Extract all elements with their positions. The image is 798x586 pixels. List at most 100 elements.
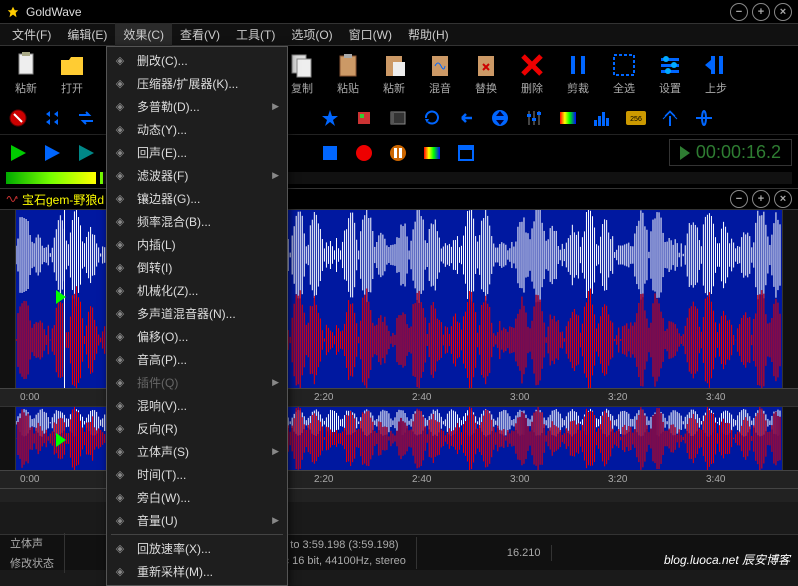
multichannel-icon: ◈ bbox=[111, 306, 129, 322]
close-button[interactable]: × bbox=[774, 3, 792, 21]
arrows-icon[interactable] bbox=[40, 106, 64, 130]
invert-icon: ◈ bbox=[111, 260, 129, 276]
effect-label: 倒转(I) bbox=[137, 259, 172, 276]
effect-dropdown: ◈删改(C)...◈压缩器/扩展器(K)...◈多普勒(D)...▶◈动态(Y)… bbox=[106, 46, 288, 586]
effect-resample[interactable]: ◈重新采样(M)... bbox=[107, 560, 287, 583]
back-icon[interactable] bbox=[454, 106, 478, 130]
paste-icon bbox=[334, 52, 362, 78]
play-sel-button[interactable] bbox=[40, 141, 64, 165]
effect-offset[interactable]: ◈偏移(O)... bbox=[107, 325, 287, 348]
toolbar-undo[interactable]: 上步 bbox=[696, 50, 736, 98]
toolbar-delete[interactable]: 删除 bbox=[512, 50, 552, 98]
effect-dynamics[interactable]: ◈动态(Y)... bbox=[107, 118, 287, 141]
menu-window[interactable]: 窗口(W) bbox=[341, 23, 400, 46]
menu-effect[interactable]: 效果(C) bbox=[115, 23, 172, 46]
effect-volume[interactable]: ◈音量(U)▶ bbox=[107, 509, 287, 532]
plugin-icon: ◈ bbox=[111, 375, 129, 391]
effect-pitch[interactable]: ◈音高(P)... bbox=[107, 348, 287, 371]
play-button[interactable] bbox=[6, 141, 30, 165]
effect-voiceover[interactable]: ◈旁白(W)... bbox=[107, 486, 287, 509]
doc-close-button[interactable]: × bbox=[774, 190, 792, 208]
menu-tool[interactable]: 工具(T) bbox=[228, 23, 283, 46]
effect-time[interactable]: ◈时间(T)... bbox=[107, 463, 287, 486]
doc-minimize-button[interactable]: − bbox=[730, 190, 748, 208]
effect-playback-rate[interactable]: ◈回放速率(X)... bbox=[107, 537, 287, 560]
effect-label: 重新采样(M)... bbox=[137, 563, 213, 580]
effect-label: 时间(T)... bbox=[137, 466, 186, 483]
effect-filter[interactable]: ◈滤波器(F)▶ bbox=[107, 164, 287, 187]
watermark: blog.luoca.net 辰安博客 bbox=[664, 551, 790, 568]
menu-help[interactable]: 帮助(H) bbox=[400, 23, 457, 46]
toolbar-label: 上步 bbox=[705, 80, 727, 96]
effect-reverse[interactable]: ◈反向(R) bbox=[107, 417, 287, 440]
record-button[interactable] bbox=[352, 141, 376, 165]
effect-label: 镶边器(G)... bbox=[137, 190, 200, 207]
effect-label: 反向(R) bbox=[137, 420, 178, 437]
toolbar-copy[interactable]: 复制 bbox=[282, 50, 322, 98]
toolbar-paste-new[interactable]: 粘新 bbox=[6, 50, 46, 98]
minimize-button[interactable]: − bbox=[730, 3, 748, 21]
ruler-tick: 3:20 bbox=[608, 392, 627, 403]
effect-echo[interactable]: ◈回声(E)... bbox=[107, 141, 287, 164]
trim-icon bbox=[564, 52, 592, 78]
sliders-icon[interactable] bbox=[522, 106, 546, 130]
toolbar-paste-new2[interactable]: 粘新 bbox=[374, 50, 414, 98]
toolbar-open[interactable]: 打开 bbox=[52, 50, 92, 98]
swap-icon[interactable] bbox=[74, 106, 98, 130]
menu-view[interactable]: 查看(V) bbox=[172, 23, 228, 46]
toolbar-select-all[interactable]: 全选 bbox=[604, 50, 644, 98]
menu-edit[interactable]: 编辑(E) bbox=[59, 23, 115, 46]
effect-censor[interactable]: ◈删改(C)... bbox=[107, 49, 287, 72]
window-icon[interactable] bbox=[454, 141, 478, 165]
replace-icon bbox=[472, 52, 500, 78]
menu-file[interactable]: 文件(F) bbox=[4, 23, 59, 46]
effect-compressor[interactable]: ◈压缩器/扩展器(K)... bbox=[107, 72, 287, 95]
updown-icon[interactable] bbox=[488, 106, 512, 130]
toolbar-paste[interactable]: 粘贴 bbox=[328, 50, 368, 98]
overview-scrollbar[interactable] bbox=[782, 407, 798, 470]
effect-freq-blend[interactable]: ◈频率混合(B)... bbox=[107, 210, 287, 233]
bars-icon[interactable] bbox=[590, 106, 614, 130]
effect-interpolate[interactable]: ◈内插(L) bbox=[107, 233, 287, 256]
spectrum2-icon[interactable] bbox=[420, 141, 444, 165]
doppler-icon: ◈ bbox=[111, 99, 129, 115]
rec-stop-icon[interactable] bbox=[318, 141, 342, 165]
menu-bar: 文件(F) 编辑(E) 效果(C) 查看(V) 工具(T) 选项(O) 窗口(W… bbox=[0, 24, 798, 46]
submenu-arrow-icon: ▶ bbox=[272, 515, 279, 526]
antenna-icon[interactable] bbox=[658, 106, 682, 130]
effect-multichannel[interactable]: ◈多声道混音器(N)... bbox=[107, 302, 287, 325]
rec-pause-icon[interactable] bbox=[386, 141, 410, 165]
film-icon[interactable] bbox=[386, 106, 410, 130]
effect-label: 回放速率(X)... bbox=[137, 540, 211, 557]
effect-flanger[interactable]: ◈镶边器(G)... bbox=[107, 187, 287, 210]
freq-blend-icon: ◈ bbox=[111, 214, 129, 230]
effect-label: 机械化(Z)... bbox=[137, 282, 198, 299]
doc-maximize-button[interactable]: + bbox=[752, 190, 770, 208]
spectrum-icon[interactable] bbox=[556, 106, 580, 130]
effect-invert[interactable]: ◈ 倒转(I) bbox=[107, 256, 287, 279]
cube-icon[interactable] bbox=[352, 106, 376, 130]
stop-icon[interactable] bbox=[6, 106, 30, 130]
badge-icon[interactable]: 256 bbox=[624, 106, 648, 130]
toolbar-label: 打开 bbox=[61, 80, 83, 96]
effect-doppler[interactable]: ◈多普勒(D)...▶ bbox=[107, 95, 287, 118]
wave-scrollbar[interactable] bbox=[782, 210, 798, 388]
effect-label: 音量(U) bbox=[137, 512, 178, 529]
pipe-icon[interactable] bbox=[692, 106, 716, 130]
toolbar-mix[interactable]: 混音 bbox=[420, 50, 460, 98]
effect-label: 删改(C)... bbox=[137, 52, 188, 69]
effect-mechanize[interactable]: ◈机械化(Z)... bbox=[107, 279, 287, 302]
status-channel: 立体声 bbox=[0, 533, 65, 553]
effect-stereo[interactable]: ◈立体声(S)▶ bbox=[107, 440, 287, 463]
toolbar-settings[interactable]: 设置 bbox=[650, 50, 690, 98]
maximize-button[interactable]: + bbox=[752, 3, 770, 21]
toolbar-trim[interactable]: 剪裁 bbox=[558, 50, 598, 98]
refresh-icon[interactable] bbox=[420, 106, 444, 130]
menu-option[interactable]: 选项(O) bbox=[283, 23, 340, 46]
toolbar-replace[interactable]: 替换 bbox=[466, 50, 506, 98]
effect-reverb[interactable]: ◈混响(V)... bbox=[107, 394, 287, 417]
offset-icon: ◈ bbox=[111, 329, 129, 345]
play-alt-button[interactable] bbox=[74, 141, 98, 165]
star-icon[interactable] bbox=[318, 106, 342, 130]
toolbar-label: 设置 bbox=[659, 80, 681, 96]
